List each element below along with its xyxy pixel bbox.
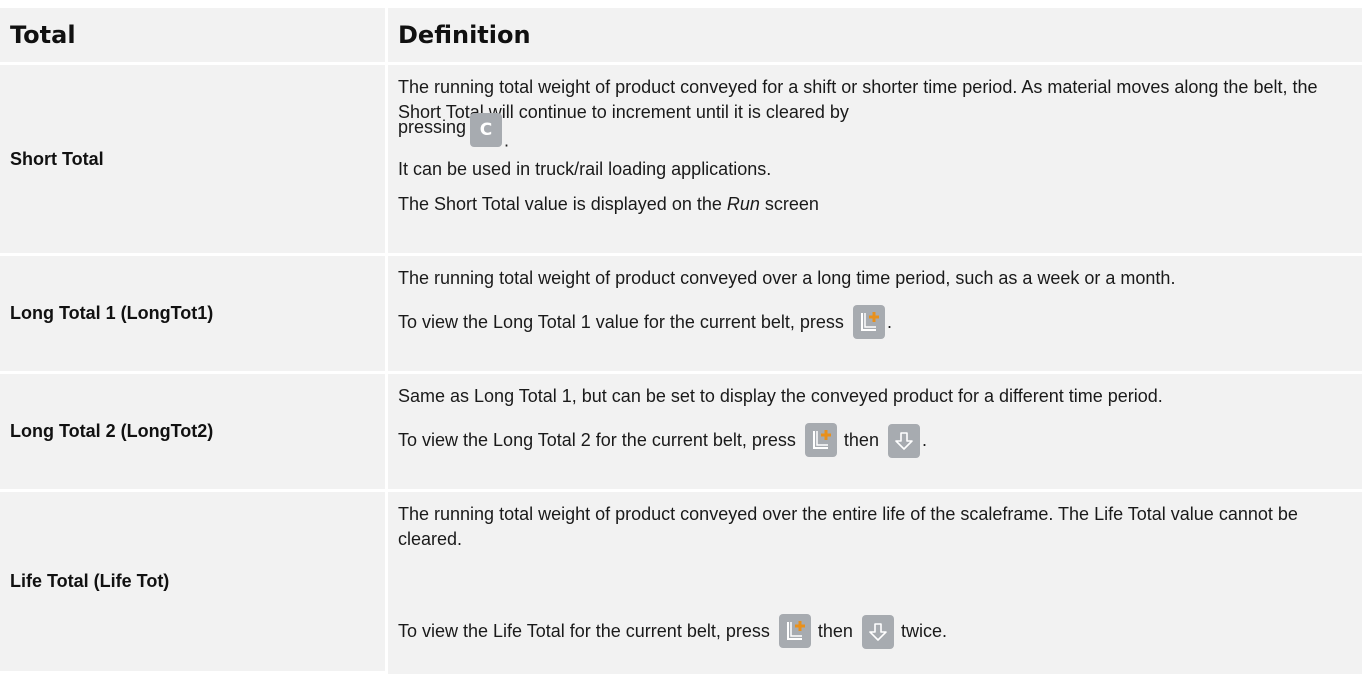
header-definition-label: Definition — [398, 21, 531, 49]
definition-text: To view the Life Total for the current b… — [398, 621, 770, 641]
definition-text: twice. — [900, 621, 947, 641]
definition-paragraph: The running total weight of product conv… — [398, 77, 1318, 122]
long-total-key-icon — [852, 305, 885, 339]
down-arrow-key-icon — [861, 615, 894, 649]
totals-definition-table: Total Definition Short Total The running… — [0, 8, 1362, 674]
header-definition: Definition — [388, 8, 1362, 65]
definition-text: then — [843, 430, 879, 450]
definition-paragraph: To view the Life Total for the current b… — [398, 614, 1350, 649]
term-label: Long Total 1 (LongTot1) — [10, 303, 214, 323]
definition-paragraph: The running total weight of product conv… — [398, 504, 1298, 549]
definition-text: . — [921, 430, 927, 450]
screen-name: Run — [726, 194, 760, 214]
definition-text: . — [886, 312, 892, 332]
definition-short-total: The running total weight of product conv… — [388, 65, 1362, 256]
header-total: Total — [0, 8, 388, 65]
definition-paragraph: pressing C. — [398, 113, 1350, 161]
definition-paragraph: The running total weight of product conv… — [398, 268, 1176, 288]
definition-paragraph: The Short Total value is displayed on th… — [398, 192, 1350, 217]
term-short-total: Short Total — [0, 65, 388, 256]
term-label: Short Total — [10, 148, 104, 169]
definition-life-total: The running total weight of product conv… — [388, 492, 1362, 674]
definition-text: pressing — [398, 116, 467, 137]
long-total-key-icon — [804, 423, 837, 457]
clear-key-label: C — [479, 119, 493, 140]
definition-text: then — [817, 621, 853, 641]
header-total-label: Total — [10, 21, 76, 49]
definition-long-total-1: The running total weight of product conv… — [388, 256, 1362, 374]
definition-text: . — [504, 130, 510, 151]
definition-paragraph: It can be used in truck/rail loading app… — [398, 159, 772, 179]
definition-text: The Short Total value is displayed on th… — [398, 194, 727, 214]
term-label: Life Total (Life Tot) — [10, 571, 170, 591]
term-long-total-2: Long Total 2 (LongTot2) — [0, 374, 388, 492]
definition-paragraph: To view the Long Total 1 value for the c… — [398, 305, 1350, 339]
term-long-total-1: Long Total 1 (LongTot1) — [0, 256, 388, 374]
definition-long-total-2: Same as Long Total 1, but can be set to … — [388, 374, 1362, 492]
definition-text: screen — [759, 194, 819, 214]
down-arrow-key-icon — [887, 424, 920, 458]
definition-paragraph: Same as Long Total 1, but can be set to … — [398, 386, 1163, 406]
definition-text: To view the Long Total 1 value for the c… — [398, 312, 844, 332]
term-label: Long Total 2 (LongTot2) — [10, 421, 214, 441]
long-total-key-icon — [778, 614, 811, 648]
definition-text: To view the Long Total 2 for the current… — [398, 430, 796, 450]
clear-key-icon: C — [470, 113, 503, 147]
definition-paragraph: To view the Long Total 2 for the current… — [398, 423, 1350, 458]
term-life-total: Life Total (Life Tot) — [0, 492, 388, 674]
